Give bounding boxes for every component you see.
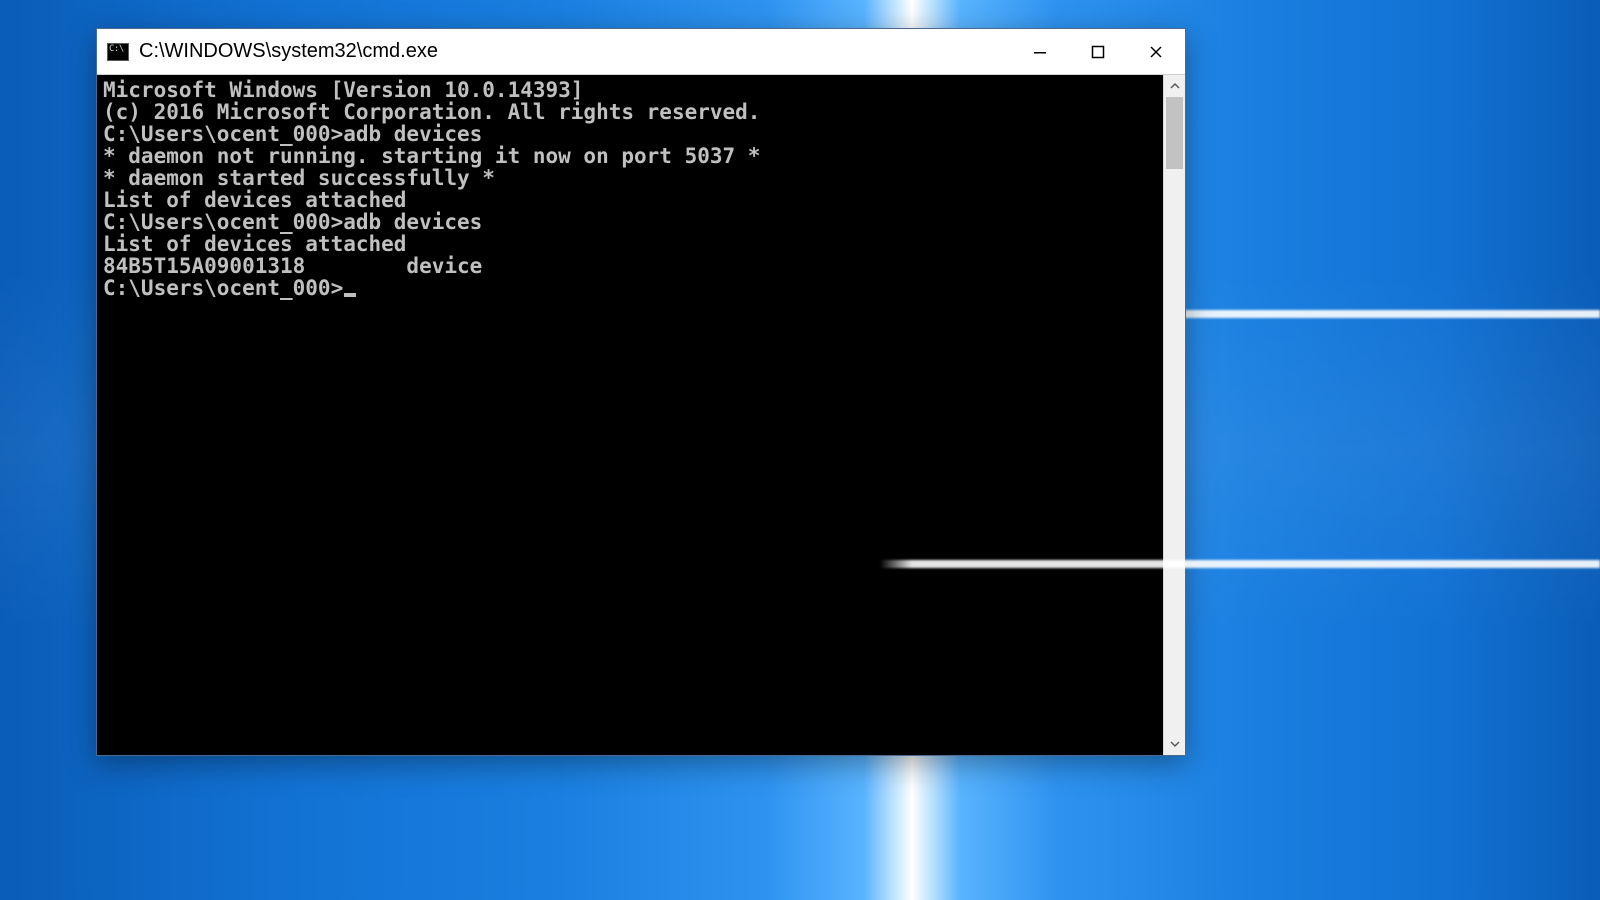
cmd-window: C:\WINDOWS\system32\cmd.exe Microsoft Wi…: [96, 28, 1186, 756]
terminal-line: (c) 2016 Microsoft Corporation. All righ…: [103, 101, 1157, 123]
minimize-button[interactable]: [1011, 29, 1069, 74]
close-button[interactable]: [1127, 29, 1185, 74]
minimize-icon: [1033, 45, 1047, 59]
scroll-up-button[interactable]: [1164, 75, 1185, 97]
terminal-cursor: [344, 293, 356, 297]
terminal-line: Microsoft Windows [Version 10.0.14393]: [103, 79, 1157, 101]
cmd-app-icon: [107, 43, 129, 61]
desktop-background: C:\WINDOWS\system32\cmd.exe Microsoft Wi…: [0, 0, 1600, 900]
terminal-line: C:\Users\ocent_000>adb devices: [103, 211, 1157, 233]
terminal-line: List of devices attached: [103, 189, 1157, 211]
maximize-icon: [1091, 45, 1105, 59]
window-titlebar[interactable]: C:\WINDOWS\system32\cmd.exe: [97, 29, 1185, 75]
window-controls: [1011, 29, 1185, 74]
chevron-down-icon: [1170, 739, 1180, 749]
terminal-line: C:\Users\ocent_000>: [103, 277, 1157, 299]
scrollbar-thumb[interactable]: [1166, 97, 1183, 169]
maximize-button[interactable]: [1069, 29, 1127, 74]
window-title: C:\WINDOWS\system32\cmd.exe: [139, 40, 1011, 63]
terminal-line: C:\Users\ocent_000>adb devices: [103, 123, 1157, 145]
chevron-up-icon: [1170, 81, 1180, 91]
vertical-scrollbar[interactable]: [1163, 75, 1185, 755]
terminal-output[interactable]: Microsoft Windows [Version 10.0.14393](c…: [97, 75, 1163, 755]
scroll-down-button[interactable]: [1164, 733, 1185, 755]
close-icon: [1149, 45, 1163, 59]
terminal-line: * daemon started successfully *: [103, 167, 1157, 189]
window-client-area: Microsoft Windows [Version 10.0.14393](c…: [97, 75, 1185, 755]
scrollbar-track[interactable]: [1164, 97, 1185, 733]
terminal-line: * daemon not running. starting it now on…: [103, 145, 1157, 167]
terminal-line: 84B5T15A09001318 device: [103, 255, 1157, 277]
terminal-line: List of devices attached: [103, 233, 1157, 255]
